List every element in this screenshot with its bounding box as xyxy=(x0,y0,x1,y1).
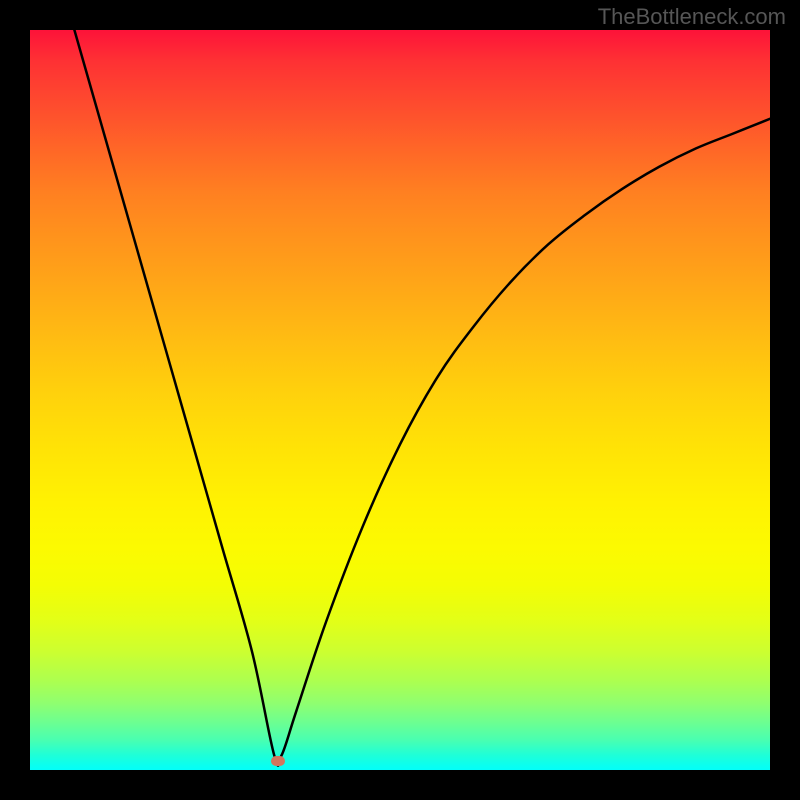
curve-svg xyxy=(30,30,770,770)
watermark-text: TheBottleneck.com xyxy=(598,4,786,30)
minimum-marker xyxy=(271,756,285,766)
plot-area xyxy=(30,30,770,770)
bottleneck-curve-path xyxy=(74,30,770,766)
chart-frame: TheBottleneck.com xyxy=(0,0,800,800)
